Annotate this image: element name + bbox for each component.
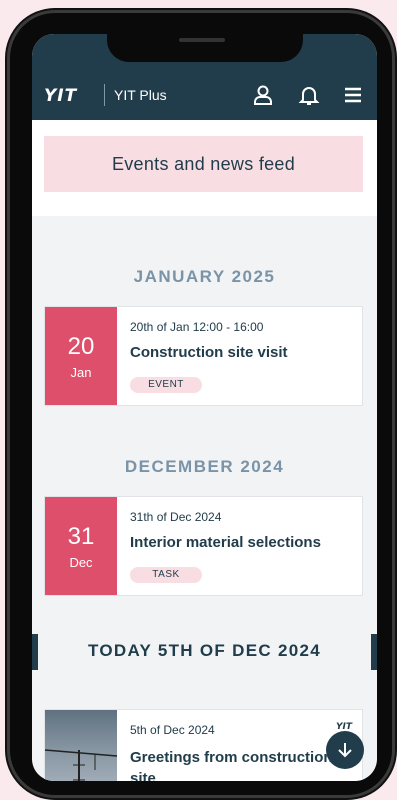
news-thumbnail (45, 710, 118, 781)
user-icon[interactable] (252, 84, 274, 106)
card-tag: EVENT (130, 377, 202, 393)
month-heading: JANUARY 2025 (133, 267, 276, 286)
scroll-down-button[interactable] (326, 731, 364, 769)
news-date: 5th of Dec 2024 (130, 723, 215, 737)
card-title: Interior material selections (130, 534, 321, 551)
menu-icon[interactable] (342, 84, 364, 106)
date-month: Dec (69, 555, 93, 570)
yit-logo[interactable]: YIT (44, 86, 77, 106)
card-datetime: 20th of Jan 12:00 - 16:00 (130, 320, 264, 334)
event-card[interactable]: 20 Jan 20th of Jan 12:00 - 16:00 Constru… (44, 306, 363, 406)
date-badge: 20 Jan (45, 307, 117, 405)
app-screen: YIT YIT Plus Events and news feed JANUAR… (32, 34, 377, 781)
speaker-grille (179, 38, 225, 42)
date-day: 20 (67, 333, 95, 360)
today-divider: TODAY 5TH OF DEC 2024 (32, 634, 377, 670)
card-tag: TASK (130, 567, 202, 583)
feed-title: Events and news feed (44, 136, 363, 192)
date-month: Jan (70, 365, 92, 380)
date-badge: 31 Dec (45, 497, 117, 595)
bell-icon[interactable] (298, 84, 320, 106)
app-name: YIT Plus (114, 87, 167, 103)
feed-title-section: Events and news feed (32, 120, 377, 216)
arrow-down-icon (338, 743, 352, 758)
logo-divider (104, 84, 105, 106)
card-title: Construction site visit (130, 344, 288, 361)
today-heading: TODAY 5TH OF DEC 2024 (88, 641, 321, 660)
date-day: 31 (67, 523, 95, 550)
news-card[interactable]: 5th of Dec 2024 YIT Greetings from const… (44, 709, 363, 781)
card-datetime: 31th of Dec 2024 (130, 510, 222, 524)
phone-notch (107, 26, 303, 62)
month-heading: DECEMBER 2024 (124, 457, 285, 476)
task-card[interactable]: 31 Dec 31th of Dec 2024 Interior materia… (44, 496, 363, 596)
